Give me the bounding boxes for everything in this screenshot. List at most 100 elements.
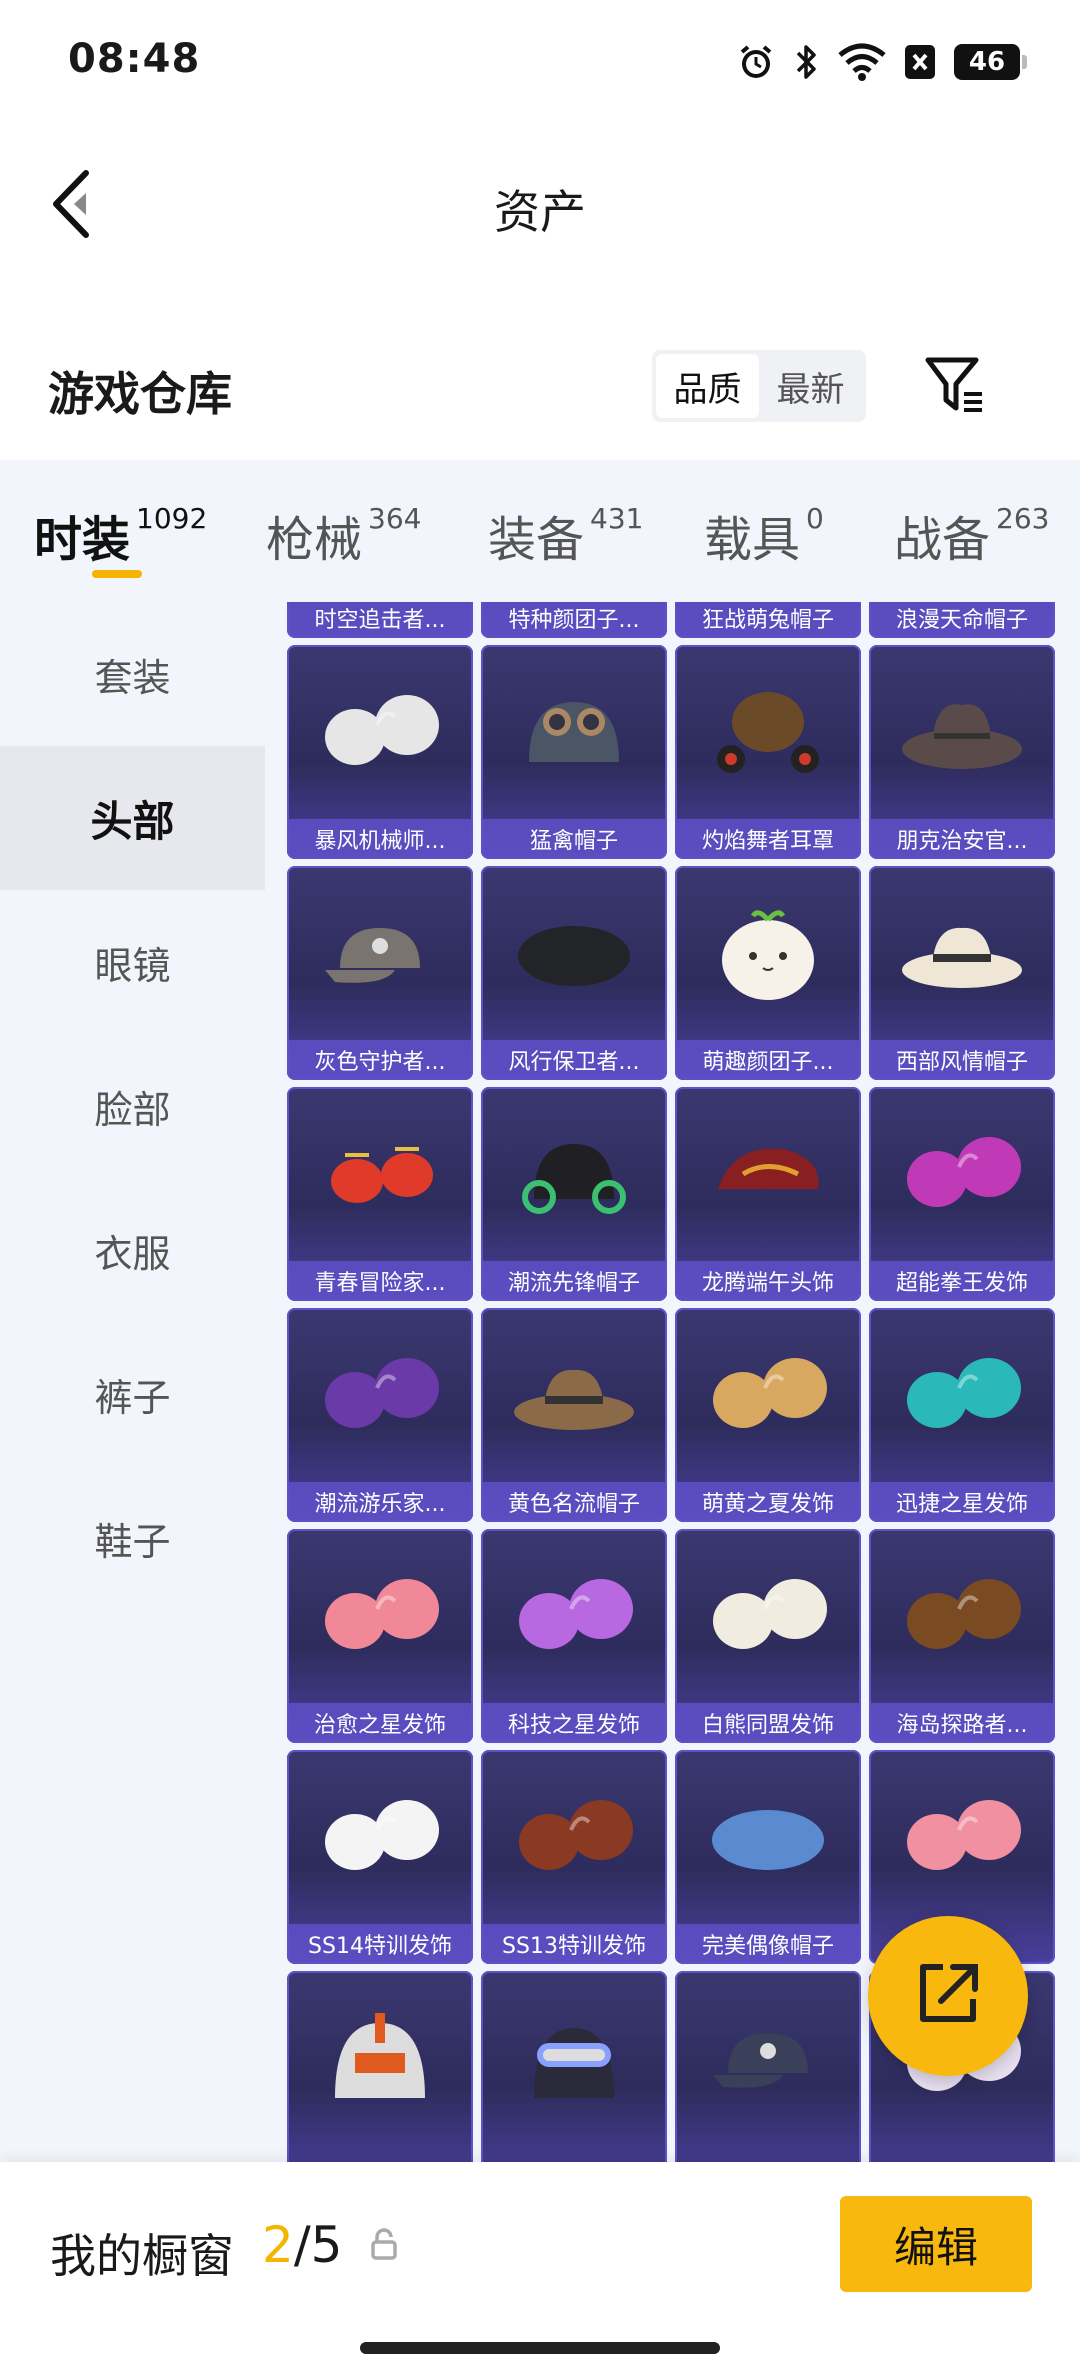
item-card[interactable]: 完美偶像帽子	[675, 1750, 861, 1964]
header: 资产	[0, 150, 1080, 260]
item-card[interactable]: 猛禽帽子	[481, 645, 667, 859]
share-fab-button[interactable]	[868, 1916, 1028, 2076]
item-name: 灼焰舞者耳罩	[675, 819, 861, 859]
tab-equipment[interactable]: 装备 431	[488, 500, 643, 570]
item-card[interactable]: 治愈之星发饰	[287, 1529, 473, 1743]
item-name: 超能拳王发饰	[869, 1261, 1055, 1301]
subcategory-sidebar: 套装 头部 眼镜 脸部 衣服 裤子 鞋子	[0, 602, 265, 2162]
item-card[interactable]	[287, 1971, 473, 2162]
item-name: SS13特训发饰	[481, 1924, 667, 1964]
sidebar-item-face[interactable]: 脸部	[0, 1034, 265, 1178]
sidebar-item-glasses[interactable]: 眼镜	[0, 890, 265, 1034]
item-card[interactable]: 青春冒险家...	[287, 1087, 473, 1301]
hair-icon	[287, 645, 473, 819]
tab-label: 战备	[894, 512, 991, 568]
item-name: 朋克治安官...	[869, 819, 1055, 859]
page-title: 资产	[494, 185, 586, 239]
sidebar-item-shoes[interactable]: 鞋子	[0, 1466, 265, 1610]
hair-icon	[869, 1308, 1055, 1482]
bluetooth-icon	[794, 42, 820, 82]
item-card[interactable]: 潮流游乐家...	[287, 1308, 473, 1522]
item-name: 科技之星发饰	[481, 1703, 667, 1743]
sidebar-item-pants[interactable]: 裤子	[0, 1322, 265, 1466]
item-name: 狂战萌兔帽子	[675, 602, 861, 638]
wifi-icon	[838, 43, 886, 81]
item-name: 龙腾端午头饰	[675, 1261, 861, 1301]
item-name: 治愈之星发饰	[287, 1703, 473, 1743]
item-card[interactable]: 浪漫天命帽子	[869, 602, 1055, 638]
tab-label: 枪械	[266, 512, 363, 568]
item-card[interactable]	[675, 1971, 861, 2162]
tab-firearms[interactable]: 枪械 364	[266, 500, 421, 570]
item-card[interactable]	[481, 1971, 667, 2162]
beret-icon	[675, 1750, 861, 1924]
item-name: 猛禽帽子	[481, 819, 667, 859]
bottom-bar: 我的橱窗 2/5 编辑	[0, 2162, 1080, 2376]
sort-newest-button[interactable]: 最新	[759, 354, 862, 418]
hair-icon	[869, 1529, 1055, 1703]
item-name: 白熊同盟发饰	[675, 1703, 861, 1743]
item-name: 黄色名流帽子	[481, 1482, 667, 1522]
hair-icon	[287, 1750, 473, 1924]
item-card[interactable]: 白熊同盟发饰	[675, 1529, 861, 1743]
item-name: 迅捷之星发饰	[869, 1482, 1055, 1522]
cap-icon	[287, 866, 473, 1040]
sim-off-icon	[904, 44, 936, 80]
tab-label: 时装	[34, 512, 131, 568]
item-card[interactable]: 朋克治安官...	[869, 645, 1055, 859]
flat-cap-icon	[675, 1087, 861, 1261]
item-card[interactable]: 潮流先锋帽子	[481, 1087, 667, 1301]
tab-count: 364	[368, 502, 422, 535]
alarm-icon	[736, 42, 776, 82]
item-card[interactable]: 黄色名流帽子	[481, 1308, 667, 1522]
showcase-current: 2	[262, 2216, 294, 2274]
item-card[interactable]: 萌黄之夏发饰	[675, 1308, 861, 1522]
item-card[interactable]: 时空追击者...	[287, 602, 473, 638]
hair-icon	[869, 1750, 1055, 1924]
tab-count: 263	[996, 502, 1050, 535]
item-card[interactable]: 风行保卫者...	[481, 866, 667, 1080]
status-icons: 46	[736, 40, 1027, 84]
item-card[interactable]: 西部风情帽子	[869, 866, 1055, 1080]
item-card[interactable]: 萌趣颜团子...	[675, 866, 861, 1080]
item-card[interactable]: 海岛探路者...	[869, 1529, 1055, 1743]
active-tab-indicator	[92, 570, 142, 578]
item-card[interactable]: 迅捷之星发饰	[869, 1308, 1055, 1522]
item-card[interactable]: 科技之星发饰	[481, 1529, 667, 1743]
tab-supplies[interactable]: 战备 263	[894, 500, 1049, 570]
item-name: 暴风机械师...	[287, 819, 473, 859]
hair-icon	[287, 1308, 473, 1482]
item-name: 海岛探路者...	[869, 1703, 1055, 1743]
sidebar-item-suit[interactable]: 套装	[0, 602, 265, 746]
tab-fashion[interactable]: 时装 1092	[34, 500, 207, 570]
item-card[interactable]: SS14特训发饰	[287, 1750, 473, 1964]
earmuff-icon	[675, 645, 861, 819]
item-card[interactable]: 狂战萌兔帽子	[675, 602, 861, 638]
item-name: 浪漫天命帽子	[869, 602, 1055, 638]
item-card[interactable]: 特种颜团子...	[481, 602, 667, 638]
tab-vehicles[interactable]: 载具 0	[704, 500, 824, 570]
filter-button[interactable]	[920, 352, 990, 422]
item-card[interactable]: 灼焰舞者耳罩	[675, 645, 861, 859]
item-card[interactable]: 暴风机械师...	[287, 645, 473, 859]
mochi-icon	[675, 866, 861, 1040]
edit-button[interactable]: 编辑	[840, 2196, 1032, 2292]
sidebar-item-head[interactable]: 头部	[0, 746, 265, 890]
item-name: 萌黄之夏发饰	[675, 1482, 861, 1522]
item-name: 青春冒险家...	[287, 1261, 473, 1301]
tab-count: 0	[806, 502, 824, 535]
battery-indicator: 46	[954, 44, 1027, 80]
item-card[interactable]: 超能拳王发饰	[869, 1087, 1055, 1301]
status-time: 08:48	[68, 36, 201, 82]
item-card[interactable]: SS13特训发饰	[481, 1750, 667, 1964]
item-card[interactable]: 龙腾端午头饰	[675, 1087, 861, 1301]
sort-quality-button[interactable]: 品质	[656, 354, 759, 418]
fedora-icon	[869, 866, 1055, 1040]
sidebar-item-clothes[interactable]: 衣服	[0, 1178, 265, 1322]
headphone-beanie-icon	[481, 1087, 667, 1261]
hair-icon	[481, 1750, 667, 1924]
status-bar: 08:48 46	[0, 0, 1080, 120]
item-card[interactable]: 灰色守护者...	[287, 866, 473, 1080]
filter-icon	[924, 354, 986, 420]
hair-icon	[869, 1087, 1055, 1261]
